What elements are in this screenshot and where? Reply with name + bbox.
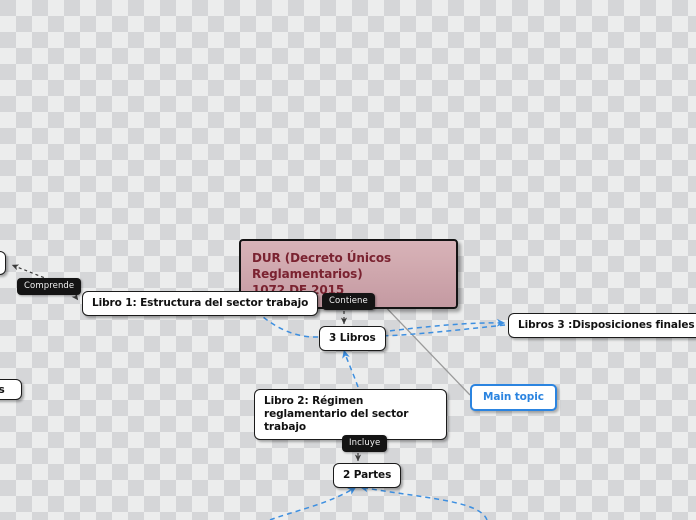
edge-libro2-to-3libros bbox=[342, 349, 359, 388]
edge-3libros-to-libros3 bbox=[371, 318, 506, 334]
edge-label-text: Comprende bbox=[24, 281, 75, 291]
edge-label-comprende[interactable]: Comprende bbox=[17, 278, 82, 295]
node-title-line1: DUR (Decreto Únicos Reglamentarios) bbox=[252, 251, 392, 281]
edge-label-incluye[interactable]: Incluye bbox=[342, 435, 388, 452]
node-libro-2[interactable]: Libro 2: Régimen reglamentario del secto… bbox=[254, 389, 447, 440]
edge-label-contiene[interactable]: Contiene bbox=[322, 293, 375, 310]
node-label: Libro 1: Estructura del sector trabajo bbox=[92, 297, 309, 309]
node-label: Libros 3 :Disposiciones finales bbox=[518, 319, 695, 331]
node-label: 3 Libros bbox=[329, 332, 376, 344]
edge-libros3-to-3libros bbox=[373, 324, 506, 340]
edge-label-text: Incluye bbox=[349, 438, 381, 448]
node-main-topic[interactable]: Main topic bbox=[470, 384, 557, 411]
node-cut-left-top[interactable] bbox=[0, 251, 6, 275]
node-cut-left-bottom[interactable]: ales bbox=[0, 379, 22, 400]
edge-bottom-right-to-2partes bbox=[359, 484, 488, 520]
node-libro-1[interactable]: Libro 1: Estructura del sector trabajo bbox=[82, 291, 319, 316]
node-libros-3[interactable]: Libros 3 :Disposiciones finales bbox=[508, 313, 696, 338]
mindmap-canvas[interactable]: ales DUR (Decreto Únicos Reglamentarios)… bbox=[0, 0, 696, 520]
node-label: 2 Partes bbox=[343, 469, 392, 481]
node-3-libros[interactable]: 3 Libros bbox=[319, 326, 386, 351]
edge-bottom-left-to-2partes bbox=[269, 486, 357, 520]
node-label: ales bbox=[0, 384, 5, 396]
edge-label-text: Contiene bbox=[329, 296, 368, 306]
node-2-partes[interactable]: 2 Partes bbox=[333, 463, 402, 488]
node-label: Main topic bbox=[483, 391, 544, 403]
node-label: Libro 2: Régimen reglamentario del secto… bbox=[264, 395, 409, 433]
